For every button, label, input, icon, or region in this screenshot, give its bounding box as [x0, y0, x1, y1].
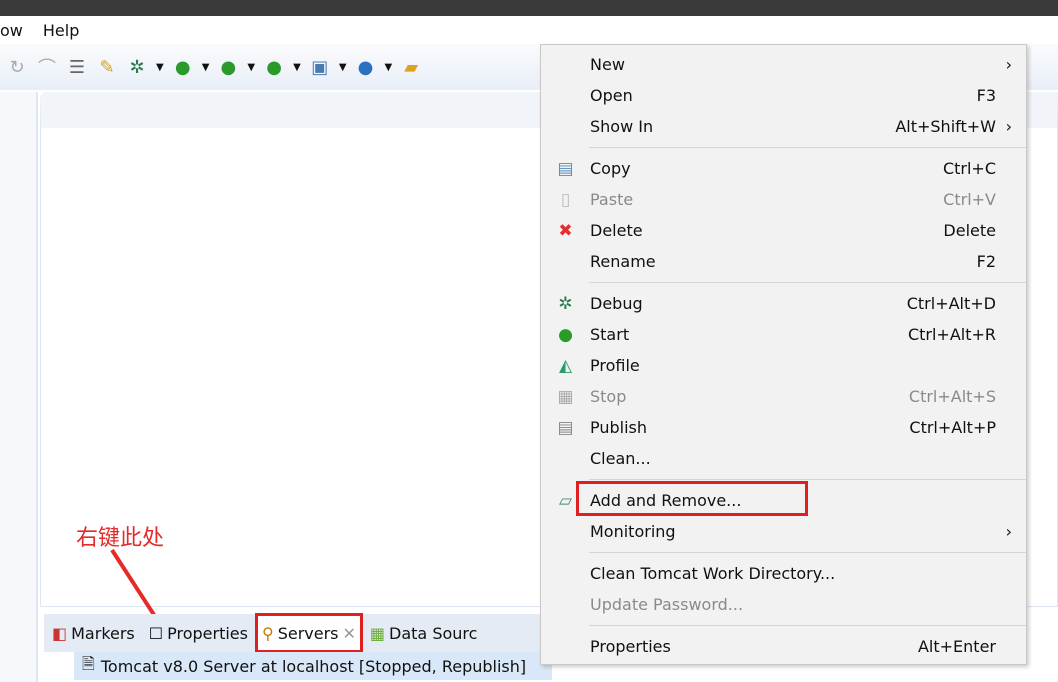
menu-item-delete[interactable]: ✖ Delete Delete: [541, 215, 1026, 246]
shortcut: Ctrl+Alt+R: [907, 325, 996, 344]
shortcut: Ctrl+Alt+P: [909, 418, 996, 437]
debug-icon: ✲: [558, 293, 573, 314]
menu-item-label: Stop: [590, 387, 627, 406]
menu-item-label: Publish: [590, 418, 648, 437]
menu-item-publish[interactable]: ▤ Publish Ctrl+Alt+P: [541, 412, 1026, 443]
shortcut: F2: [976, 252, 996, 271]
menu-item-clean[interactable]: Clean...: [541, 443, 1026, 474]
menu-item-label: Open: [590, 86, 633, 105]
shortcut: Ctrl+Alt+D: [906, 294, 996, 313]
paste-icon: ▯: [560, 189, 571, 210]
menu-item-label: New: [590, 55, 625, 74]
chevron-right-icon: ›: [1005, 55, 1012, 74]
menu-item-label: Delete: [590, 221, 643, 240]
menu-item-label: Update Password...: [590, 595, 744, 614]
menu-item-stop[interactable]: ▦ Stop Ctrl+Alt+S: [541, 381, 1026, 412]
menu-item-open[interactable]: Open F3: [541, 80, 1026, 111]
menu-item-label: Properties: [590, 637, 671, 656]
menu-separator: [589, 552, 1026, 553]
close-icon[interactable]: ✕: [343, 624, 356, 643]
menu-item-new[interactable]: New ›: [541, 49, 1026, 80]
menu-separator: [589, 282, 1026, 283]
profile-icon: ◭: [558, 355, 573, 376]
menu-item-start[interactable]: ● Start Ctrl+Alt+R: [541, 319, 1026, 350]
menu-separator: [589, 479, 1026, 480]
markers-icon: ◧: [52, 623, 68, 643]
menu-item-debug[interactable]: ✲ Debug Ctrl+Alt+D: [541, 288, 1026, 319]
servers-icon: ⚲: [261, 623, 274, 643]
chevron-right-icon: ›: [1005, 522, 1012, 541]
menu-separator: [589, 625, 1026, 626]
menu-item-profile[interactable]: ◭ Profile: [541, 350, 1026, 381]
start-icon: ●: [558, 324, 573, 345]
server-icon: 🗎: [82, 653, 95, 673]
menu-item-label: Debug: [590, 294, 643, 313]
server-row[interactable]: 🗎 Tomcat v8.0 Server at localhost [Stoppe…: [74, 652, 552, 680]
stop-icon: ▦: [557, 386, 574, 407]
menu-item-label: Profile: [590, 356, 640, 375]
tab-properties[interactable]: ☐ Properties: [145, 616, 252, 650]
shortcut: Delete: [943, 221, 996, 240]
publish-icon: ▤: [557, 417, 574, 438]
menu-item-label: Clean...: [590, 449, 651, 468]
menu-item-label: Copy: [590, 159, 631, 178]
shortcut: F3: [976, 86, 996, 105]
shortcut: Ctrl+C: [942, 159, 996, 178]
menu-item-label: Show In: [590, 117, 654, 136]
menu-item-paste[interactable]: ▯ Paste Ctrl+V: [541, 184, 1026, 215]
menu-item-show-in[interactable]: Show In Alt+Shift+W ›: [541, 111, 1026, 142]
delete-icon: ✖: [558, 220, 573, 241]
properties-icon: ☐: [148, 623, 164, 643]
menu-item-label: Start: [590, 325, 630, 344]
shortcut: Ctrl+Alt+S: [908, 387, 996, 406]
menu-item-label: Paste: [590, 190, 634, 209]
menu-separator: [589, 147, 1026, 148]
menu-item-monitoring[interactable]: Monitoring ›: [541, 516, 1026, 547]
menu-item-clean-tomcat-work-directory[interactable]: Clean Tomcat Work Directory...: [541, 558, 1026, 589]
menu-item-label: Clean Tomcat Work Directory...: [590, 564, 836, 583]
data-source-icon: ▦: [369, 623, 386, 643]
tab-markers[interactable]: ◧ Markers: [48, 616, 139, 650]
shortcut: Alt+Enter: [917, 637, 996, 656]
menu-item-label: Monitoring: [590, 522, 676, 541]
shortcut: Ctrl+V: [943, 190, 996, 209]
tab-servers[interactable]: ⚲ Servers ✕: [254, 613, 363, 653]
highlight-box: [576, 481, 808, 516]
copy-icon: ▤: [557, 158, 574, 179]
chevron-right-icon: ›: [1005, 117, 1012, 136]
menu-item-rename[interactable]: Rename F2: [541, 246, 1026, 277]
tab-data-source[interactable]: ▦ Data Sourc: [366, 616, 482, 650]
menu-item-update-password[interactable]: Update Password...: [541, 589, 1026, 620]
context-menu: New › Open F3 Show In Alt+Shift+W › ▤ Copy Ctrl+C…: [540, 44, 1027, 665]
menu-item-copy[interactable]: ▤ Copy Ctrl+C: [541, 153, 1026, 184]
menu-item-properties[interactable]: Properties Alt+Enter: [541, 631, 1026, 662]
menu-item-label: Rename: [590, 252, 656, 271]
view-tabs: ◧ Markers ☐ Properties ⚲ Servers ✕ ▦ Data Sou…: [44, 613, 564, 653]
